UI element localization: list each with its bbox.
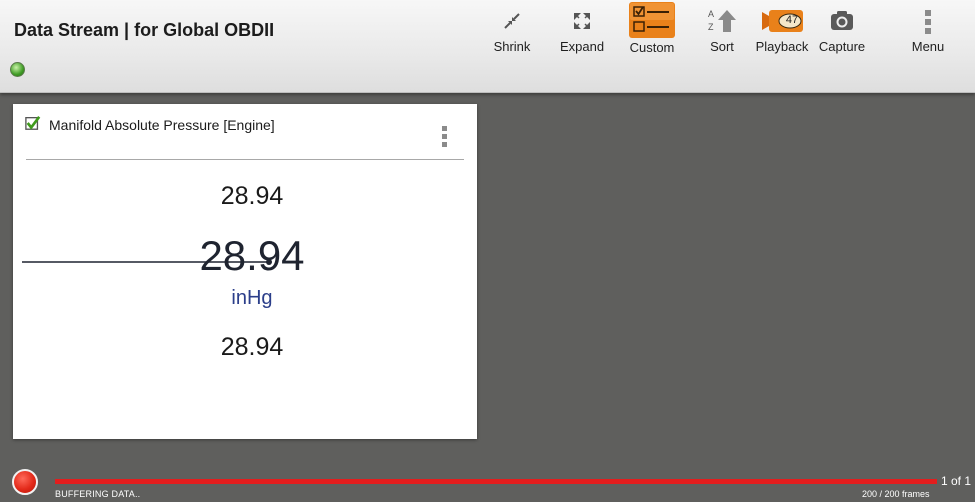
checkbox-checked-icon[interactable]	[25, 115, 41, 131]
sort-button[interactable]: A Z Sort	[701, 6, 743, 58]
connection-status-icon	[10, 62, 25, 77]
expand-label: Expand	[559, 39, 605, 54]
min-value: 28.94	[220, 333, 284, 361]
record-button[interactable]	[12, 469, 38, 495]
sort-label: Sort	[710, 39, 734, 54]
menu-label: Menu	[911, 39, 945, 54]
pid-card[interactable]: Manifold Absolute Pressure [Engine] 28.9…	[13, 104, 477, 439]
camera-icon	[831, 11, 853, 30]
page-indicator: 1 of 1	[941, 474, 972, 488]
sort-az-icon: A Z	[708, 9, 736, 32]
buffer-progress-bar[interactable]	[55, 479, 937, 484]
playback-label: Playback	[755, 39, 809, 54]
capture-label: Capture	[818, 39, 866, 54]
card-overflow-menu-icon[interactable]	[439, 126, 449, 152]
divider	[26, 159, 464, 160]
custom-button[interactable]: Custom	[627, 2, 677, 55]
max-value: 28.94	[220, 182, 284, 210]
custom-label: Custom	[629, 40, 675, 55]
playback-count-badge: 47	[785, 14, 799, 26]
svg-text:A: A	[708, 9, 714, 19]
shrink-label: Shrink	[493, 39, 531, 54]
current-value: 28.94	[199, 232, 305, 279]
custom-list-icon	[629, 2, 675, 38]
pid-title: Manifold Absolute Pressure [Engine]	[49, 117, 275, 133]
shrink-arrows-icon	[504, 13, 520, 29]
svg-text:Z: Z	[708, 22, 714, 32]
menu-button[interactable]: Menu	[909, 6, 947, 58]
page-title: Data Stream | for Global OBDII	[14, 20, 275, 40]
expand-arrows-icon	[574, 13, 590, 29]
unit-label: inHg	[231, 287, 273, 309]
expand-button[interactable]: Expand	[559, 6, 605, 58]
buffer-status: BUFFERING DATA..	[55, 489, 141, 499]
vertical-dots-icon	[925, 10, 931, 34]
playback-button[interactable]: 47 Playback	[754, 6, 810, 58]
frame-count: 200 / 200 frames	[862, 489, 930, 499]
header-bar: Data Stream | for Global OBDII Shrink Ex…	[0, 0, 975, 93]
capture-button[interactable]: Capture	[817, 6, 867, 58]
shrink-button[interactable]: Shrink	[490, 6, 534, 58]
